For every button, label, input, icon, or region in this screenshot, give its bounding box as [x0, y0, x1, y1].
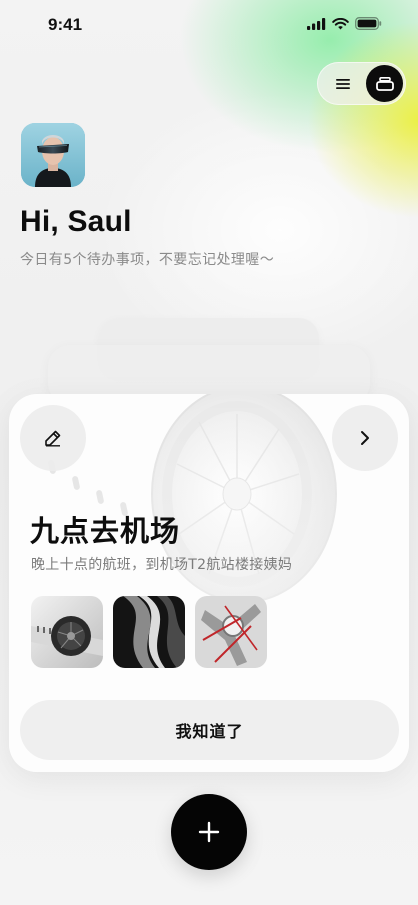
view-toggle	[317, 62, 406, 105]
attachment-thumbnail[interactable]	[195, 596, 267, 668]
battery-icon	[355, 17, 382, 30]
avatar[interactable]	[21, 123, 85, 187]
card-view-button[interactable]	[366, 65, 403, 102]
chevron-right-icon	[361, 431, 369, 445]
list-view-button[interactable]	[327, 68, 358, 99]
plus-icon	[198, 821, 220, 843]
abstract-thumbnail-image	[113, 596, 185, 668]
attachment-thumbnail[interactable]	[31, 596, 103, 668]
status-icons	[307, 17, 382, 30]
greeting-subtitle: 今日有5个待办事项，不要忘记处理喔～	[20, 252, 275, 268]
avatar-portrait	[21, 123, 85, 187]
card-stack-icon	[375, 76, 394, 91]
mechanism-thumbnail-image	[195, 596, 267, 668]
edit-button[interactable]	[20, 405, 86, 471]
next-button[interactable]	[332, 405, 398, 471]
list-icon	[335, 78, 350, 89]
attachment-thumbnail[interactable]	[113, 596, 185, 668]
attachment-thumbnails	[31, 596, 267, 668]
greeting-title: Hi, Saul	[20, 205, 132, 238]
engine-thumbnail-image	[31, 596, 103, 668]
signal-icon	[307, 17, 326, 30]
pencil-icon	[45, 430, 61, 447]
acknowledge-button[interactable]: 我知道了	[20, 700, 399, 760]
status-time: 9:41	[48, 15, 83, 34]
wifi-icon	[332, 17, 349, 29]
task-description: 晚上十点的航班，到机场T2航站楼接姨妈	[31, 557, 293, 573]
add-task-button[interactable]	[171, 794, 247, 870]
task-card: 九点去机场 晚上十点的航班，到机场T2航站楼接姨妈 我知道了	[9, 394, 409, 772]
status-bar: 9:41	[0, 0, 418, 50]
task-title: 九点去机场	[30, 514, 181, 548]
